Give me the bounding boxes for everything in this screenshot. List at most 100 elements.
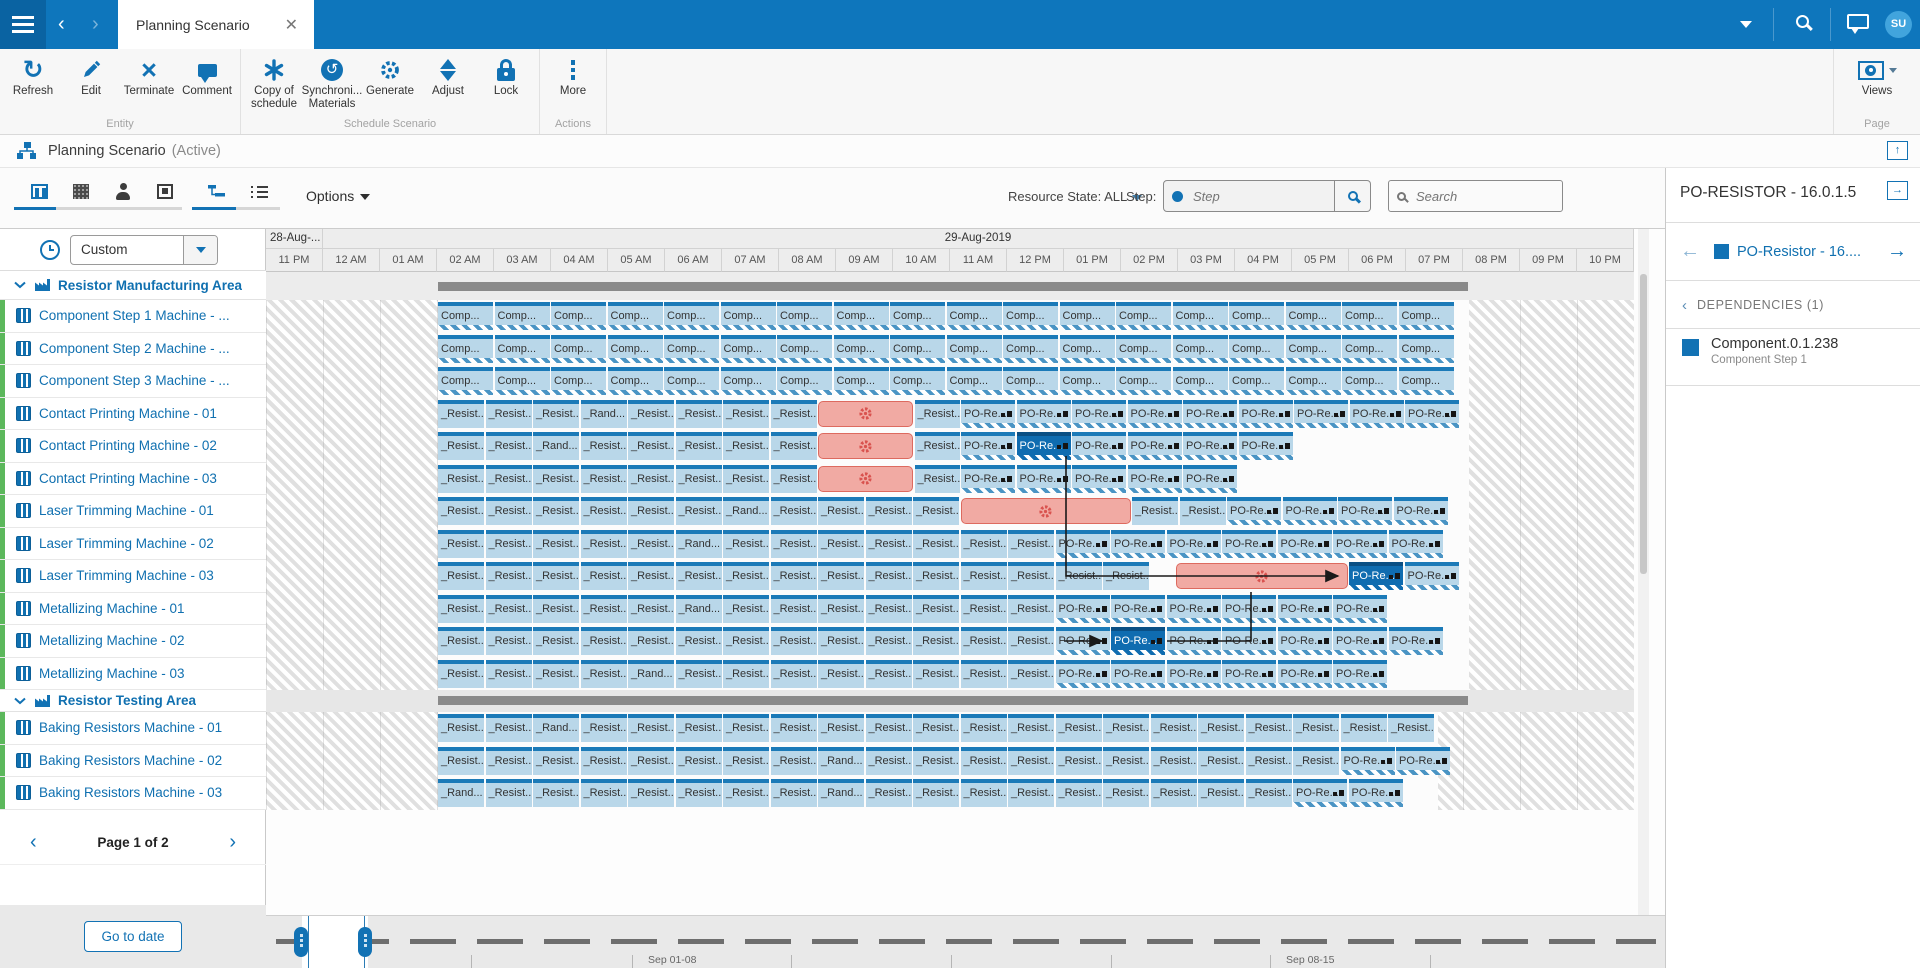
- gantt-bar[interactable]: _Resist...: [818, 530, 864, 558]
- gantt-bar[interactable]: Comp...: [947, 335, 1002, 363]
- gantt-bar[interactable]: PO-Re...: [1183, 432, 1237, 460]
- gantt-bar[interactable]: Comp...: [890, 367, 945, 395]
- dependency-item[interactable]: Component.0.1.238 Component Step 1: [1666, 329, 1920, 385]
- gantt-bar[interactable]: _Resist...: [866, 714, 912, 742]
- gantt-bar[interactable]: PO-Re...: [1183, 465, 1237, 493]
- gantt-bar[interactable]: _Resist...: [723, 595, 769, 623]
- gantt-bar[interactable]: _Resist...: [628, 714, 674, 742]
- gantt-bar[interactable]: Comp...: [1286, 335, 1341, 363]
- gantt-bar[interactable]: PO-Re...: [1111, 595, 1165, 623]
- gantt-bar[interactable]: _Resist...: [1246, 779, 1292, 807]
- tab-planning-scenario[interactable]: Planning Scenario ✕: [118, 0, 314, 49]
- gantt-bar[interactable]: _Resist...: [1056, 562, 1102, 590]
- gantt-bar[interactable]: _Resist...: [771, 497, 817, 525]
- sidebar-group-resistor-manufacturing-area[interactable]: Resistor Manufacturing Area: [0, 271, 266, 300]
- gantt-bar[interactable]: _Resist...: [628, 595, 674, 623]
- tab-close-icon[interactable]: ✕: [281, 13, 302, 37]
- gantt-bar[interactable]: _Resist...: [771, 432, 817, 460]
- gantt-bar[interactable]: Comp...: [777, 302, 832, 330]
- gantt-bar[interactable]: Comp...: [890, 302, 945, 330]
- gantt-bar-selected[interactable]: PO-Re...: [1349, 562, 1403, 590]
- sidebar-item-component-step-3-machine[interactable]: Component Step 3 Machine - ...: [0, 365, 266, 398]
- gantt-bar[interactable]: _Resist...: [771, 779, 817, 807]
- gantt-bar[interactable]: Comp...: [438, 335, 493, 363]
- gantt-bar[interactable]: PO-Re...: [1128, 400, 1182, 428]
- gantt-bar[interactable]: _Resist...: [961, 562, 1007, 590]
- gantt-bar[interactable]: _Resist...: [915, 465, 960, 493]
- gantt-bar[interactable]: _Resist...: [913, 714, 959, 742]
- gantt-bar[interactable]: _Resist...: [1198, 747, 1244, 775]
- gantt-bar[interactable]: Comp...: [551, 335, 606, 363]
- gantt-bar[interactable]: _Resist...: [771, 747, 817, 775]
- pager-prev-icon[interactable]: ‹: [0, 831, 67, 854]
- gantt-bar[interactable]: PO-Re...: [1333, 595, 1387, 623]
- gantt-bar[interactable]: _Resist...: [676, 497, 722, 525]
- sidebar-item-baking-resistors-machine-02[interactable]: Baking Resistors Machine - 02: [0, 745, 266, 778]
- prev-arrow-icon[interactable]: ←: [1666, 240, 1714, 263]
- gantt-bar[interactable]: PO-Re...: [1056, 660, 1110, 688]
- gantt-bar[interactable]: _Resist...: [438, 714, 484, 742]
- gantt-bar[interactable]: _Resist...: [818, 497, 864, 525]
- gantt-bar[interactable]: _Resist...: [1388, 714, 1434, 742]
- gantt-bar[interactable]: _Resist...: [438, 432, 484, 460]
- gantt-bar[interactable]: _Resist...: [913, 562, 959, 590]
- gantt-bar[interactable]: _Resist...: [723, 562, 769, 590]
- gantt-bar[interactable]: Comp...: [1399, 367, 1454, 395]
- search-input[interactable]: [1414, 188, 1534, 205]
- gantt-bar[interactable]: _Resist...: [676, 465, 722, 493]
- gantt-bar[interactable]: _Resist...: [1008, 562, 1054, 590]
- gantt-bar[interactable]: Comp...: [1003, 367, 1058, 395]
- chevron-left-icon[interactable]: ‹: [1666, 297, 1697, 314]
- gantt-bar[interactable]: _Resist...: [676, 747, 722, 775]
- gantt-bar[interactable]: Comp...: [1003, 335, 1058, 363]
- gantt-bar[interactable]: PO-Re...: [1293, 779, 1347, 807]
- terminate-button[interactable]: ×Terminate: [121, 51, 177, 114]
- gantt-bar[interactable]: _Rand...: [628, 660, 674, 688]
- topbar-dropdown-icon[interactable]: [1740, 21, 1752, 28]
- gantt-bar[interactable]: PO-Re...: [1222, 595, 1276, 623]
- gantt-bar[interactable]: _Resist...: [818, 595, 864, 623]
- sidebar-item-contact-printing-machine-02[interactable]: Contact Printing Machine - 02: [0, 430, 266, 463]
- gantt-bar[interactable]: Comp...: [947, 302, 1002, 330]
- gantt-bar[interactable]: _Resist...: [628, 627, 674, 655]
- gantt-bar[interactable]: Comp...: [1229, 335, 1284, 363]
- gantt-bar[interactable]: _Rand...: [676, 530, 722, 558]
- gantt-bar[interactable]: _Resist...: [771, 714, 817, 742]
- gantt-bar[interactable]: _Resist...: [438, 465, 484, 493]
- gantt-bar[interactable]: Comp...: [1116, 302, 1171, 330]
- collapse-panel-icon[interactable]: ↑: [1887, 141, 1908, 160]
- hierarchy-mode-toggle[interactable]: [207, 182, 227, 200]
- gantt-bar[interactable]: Comp...: [721, 302, 776, 330]
- gantt-bar[interactable]: Comp...: [664, 335, 719, 363]
- gantt-bar[interactable]: _Resist...: [723, 400, 769, 428]
- gantt-bar[interactable]: _Resist...: [961, 595, 1007, 623]
- gantt-bar[interactable]: _Resist...: [1008, 595, 1054, 623]
- gantt-bar[interactable]: PO-Re...: [1389, 530, 1443, 558]
- gantt-bar[interactable]: _Resist...: [1008, 714, 1054, 742]
- gantt-bar[interactable]: _Resist...: [866, 530, 912, 558]
- gantt-bar[interactable]: PO-Re...: [1111, 660, 1165, 688]
- gantt-bar[interactable]: _Resist...: [771, 627, 817, 655]
- gantt-bar[interactable]: _Resist...: [913, 530, 959, 558]
- conflict-bar[interactable]: [818, 466, 913, 492]
- gantt-bar[interactable]: Comp...: [721, 367, 776, 395]
- grid-view-toggle[interactable]: [71, 182, 91, 200]
- timeline-handle-start[interactable]: [294, 927, 308, 957]
- gantt-bar[interactable]: Comp...: [1060, 335, 1115, 363]
- gantt-bar[interactable]: Comp...: [664, 302, 719, 330]
- gantt-bar[interactable]: _Resist...: [915, 400, 960, 428]
- list-mode-toggle[interactable]: [249, 182, 269, 200]
- gantt-bar[interactable]: PO-Re...: [1394, 497, 1448, 525]
- synchroni--button[interactable]: ↺Synchroni... Materials: [304, 51, 360, 114]
- gantt-bar[interactable]: Comp...: [1286, 302, 1341, 330]
- global-search-icon[interactable]: [1796, 15, 1809, 28]
- gantt-bar[interactable]: Comp...: [1399, 302, 1454, 330]
- gantt-bar[interactable]: _Resist...: [486, 465, 532, 493]
- gantt-bar[interactable]: _Resist...: [581, 714, 627, 742]
- gantt-bar[interactable]: PO-Re...: [961, 465, 1015, 493]
- gantt-bar[interactable]: Comp...: [495, 367, 550, 395]
- gantt-bar[interactable]: _Resist...: [1151, 747, 1197, 775]
- gantt-bar[interactable]: _Resist...: [771, 562, 817, 590]
- gantt-bar[interactable]: PO-Re...: [1341, 747, 1395, 775]
- sidebar-item-metallizing-machine-03[interactable]: Metallizing Machine - 03: [0, 658, 266, 691]
